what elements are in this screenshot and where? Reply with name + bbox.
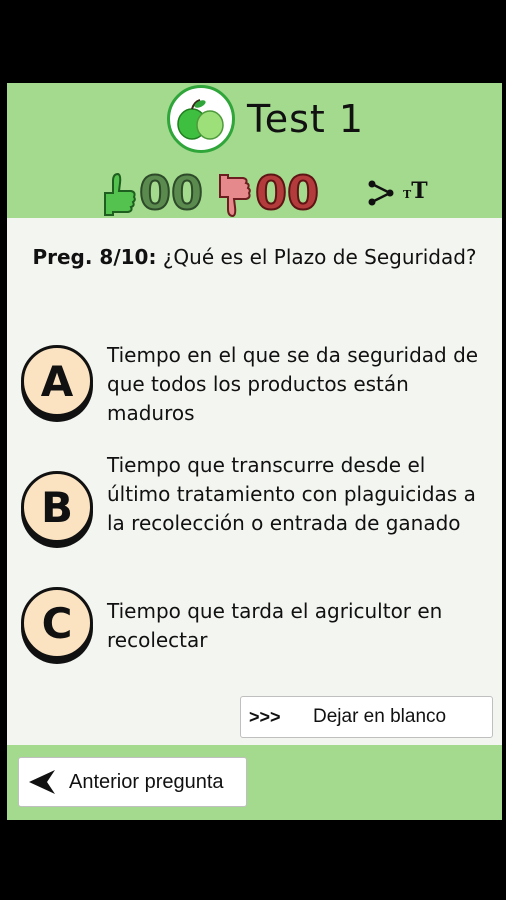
question-text: Preg. 8/10: ¿Qué es el Plazo de Segurida… [27, 243, 482, 272]
text-size-big: T [411, 178, 428, 204]
share-icon[interactable] [367, 179, 395, 207]
answer-text-c[interactable]: Tiempo que tarda el agricultor en recole… [107, 597, 492, 655]
answer-text-b[interactable]: Tiempo que transcurre desde el último tr… [107, 451, 492, 538]
answer-badge-a[interactable]: A [21, 345, 93, 417]
previous-question-button[interactable]: Anterior pregunta [18, 757, 247, 807]
wrong-count: 00 [254, 166, 320, 220]
text-size-icon[interactable]: TT [403, 178, 428, 204]
arrow-left-icon [29, 770, 55, 794]
header-bar: Test 1 00 00 TT [7, 83, 502, 220]
answer-option-b[interactable]: B Tiempo que transcurre desde el último … [17, 451, 492, 569]
correct-count: 00 [138, 166, 204, 220]
thumbs-down-icon [219, 174, 251, 218]
footer-bar: Anterior pregunta [7, 745, 502, 820]
answer-text-a[interactable]: Tiempo en el que se da seguridad de que … [107, 341, 492, 428]
skip-button[interactable]: >>> Dejar en blanco [240, 696, 493, 738]
answer-option-c[interactable]: C Tiempo que tarda el agricultor en reco… [17, 587, 492, 669]
answer-badge-b[interactable]: B [21, 471, 93, 543]
page-title: Test 1 [247, 97, 365, 141]
skip-arrows: >>> [249, 706, 281, 727]
thumbs-up-icon [104, 172, 136, 216]
quiz-screen: Test 1 00 00 TT Preg. 8/10: ¿Qué es el P… [7, 83, 502, 820]
apple-logo-icon [167, 85, 235, 153]
question-number: Preg. 8/10: [32, 245, 157, 269]
previous-question-label: Anterior pregunta [69, 770, 224, 793]
answer-option-a[interactable]: A Tiempo en el que se da seguridad de qu… [17, 341, 492, 431]
answer-badge-c[interactable]: C [21, 587, 93, 659]
skip-label: Dejar en blanco [313, 706, 447, 727]
text-size-small: T [403, 188, 412, 201]
question-body: ¿Qué es el Plazo de Seguridad? [162, 245, 477, 269]
